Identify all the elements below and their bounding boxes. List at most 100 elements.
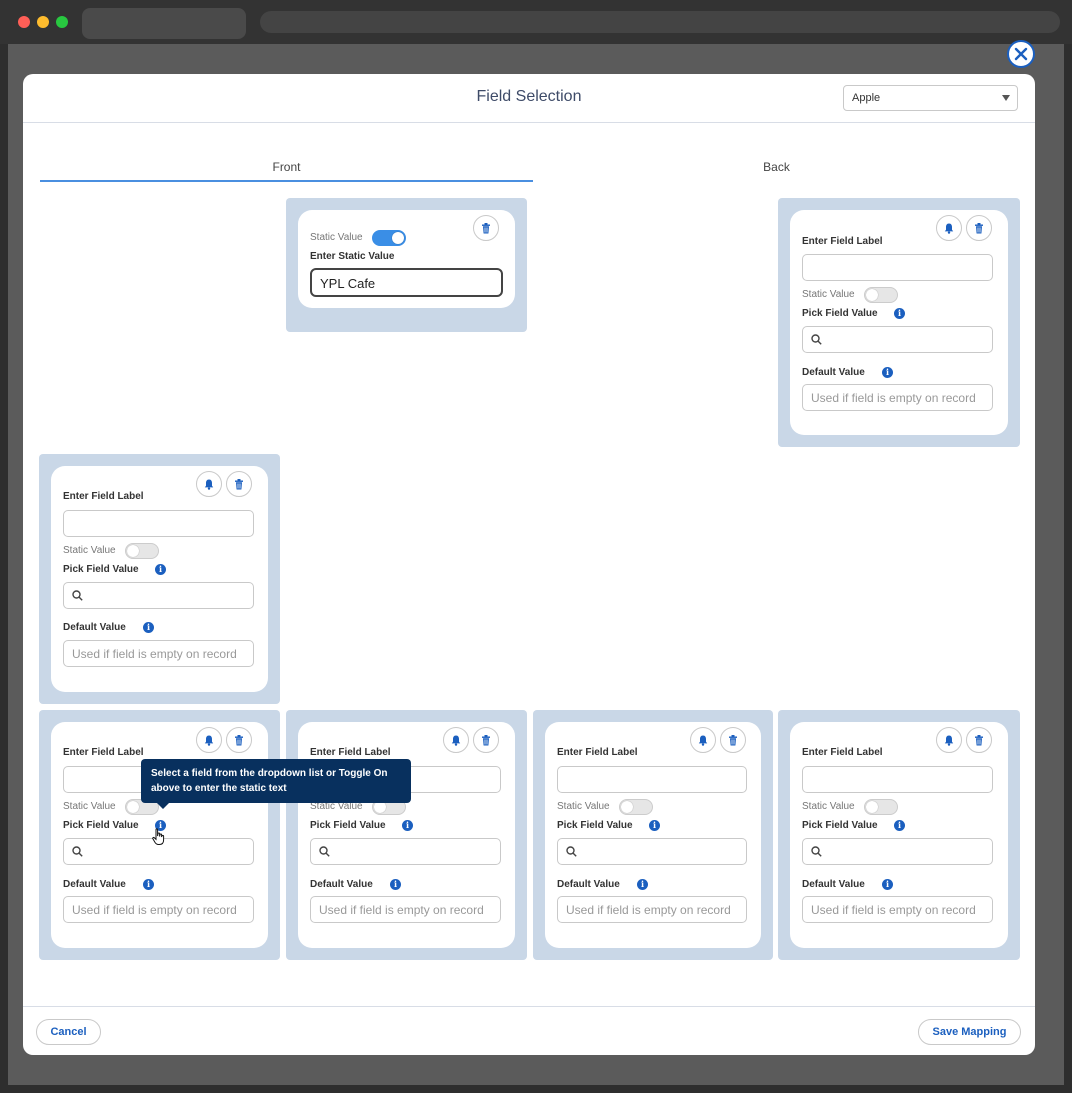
static-value-toggle[interactable] — [864, 287, 898, 303]
info-icon[interactable]: i — [882, 879, 893, 890]
field-label-input[interactable] — [557, 766, 747, 793]
trash-icon — [482, 734, 490, 745]
hand-pointer-icon — [152, 828, 165, 845]
notification-button[interactable] — [690, 727, 716, 753]
static-value-label: Static Value — [557, 801, 610, 812]
info-icon[interactable]: i — [894, 308, 905, 319]
delete-field-button[interactable] — [966, 215, 992, 241]
info-icon[interactable]: i — [637, 879, 648, 890]
pick-field-value-label: Pick Field Value — [63, 564, 139, 575]
pick-field-search-input[interactable] — [557, 838, 747, 865]
save-mapping-button[interactable]: Save Mapping — [918, 1019, 1021, 1045]
default-value-input[interactable]: Used if field is empty on record — [63, 640, 254, 667]
notification-button[interactable] — [936, 727, 962, 753]
search-icon — [811, 334, 822, 345]
delete-field-button[interactable] — [473, 215, 499, 241]
field-label-input[interactable] — [802, 766, 993, 793]
pick-field-value-label: Pick Field Value — [63, 820, 139, 831]
static-value-toggle[interactable] — [864, 799, 898, 815]
field-slot-static: Static Value Enter Static Value YPL Cafe — [286, 198, 527, 332]
enter-field-label-label: Enter Field Label — [557, 747, 638, 758]
enter-field-label-label: Enter Field Label — [63, 491, 144, 502]
field-card: Enter Field Label Static Value Pick Fiel… — [298, 722, 515, 948]
info-icon[interactable]: i — [155, 564, 166, 575]
default-value-input[interactable]: Used if field is empty on record — [310, 896, 501, 923]
search-icon — [566, 846, 577, 857]
tab-front[interactable]: Front — [40, 160, 533, 174]
close-icon — [1014, 47, 1028, 61]
default-value-label: Default Value — [63, 879, 126, 890]
default-value-label: Default Value — [802, 879, 865, 890]
trash-icon — [729, 734, 737, 745]
notification-button[interactable] — [443, 727, 469, 753]
tab-front-active-indicator — [40, 180, 533, 182]
delete-field-button[interactable] — [473, 727, 499, 753]
delete-field-button[interactable] — [226, 727, 252, 753]
pick-field-value-tooltip: Select a field from the dropdown list or… — [141, 759, 411, 809]
trash-icon — [975, 734, 983, 745]
field-card: Enter Field Label Static Value Pick Fiel… — [545, 722, 761, 948]
static-value-toggle[interactable] — [125, 543, 159, 559]
pick-field-search-input[interactable] — [310, 838, 501, 865]
static-value-label: Static Value — [63, 801, 116, 812]
static-value-input[interactable]: YPL Cafe — [310, 268, 503, 297]
field-card: Enter Field Label Static Value Pick Fiel… — [790, 210, 1008, 435]
search-icon — [319, 846, 330, 857]
info-icon[interactable]: i — [143, 622, 154, 633]
window-minimize-control[interactable] — [37, 16, 49, 28]
delete-field-button[interactable] — [720, 727, 746, 753]
search-icon — [811, 846, 822, 857]
field-card: Enter Field Label Static Value Pick Fiel… — [51, 466, 268, 692]
pick-field-search-input[interactable] — [802, 326, 993, 353]
record-select[interactable]: Apple — [843, 85, 1018, 111]
bell-icon — [944, 735, 954, 746]
enter-static-value-label: Enter Static Value — [310, 251, 395, 262]
search-icon — [72, 846, 83, 857]
field-label-input[interactable] — [802, 254, 993, 281]
static-value-label: Static Value — [310, 232, 363, 243]
field-slot-left: Enter Field Label Static Value Pick Fiel… — [39, 454, 280, 704]
delete-field-button[interactable] — [226, 471, 252, 497]
static-value-toggle[interactable] — [372, 230, 406, 246]
bell-icon — [204, 735, 214, 746]
enter-field-label-label: Enter Field Label — [802, 747, 883, 758]
info-icon[interactable]: i — [402, 820, 413, 831]
chevron-down-icon — [1002, 95, 1010, 101]
field-slot-back: Enter Field Label Static Value Pick Fiel… — [778, 198, 1020, 447]
tab-back[interactable]: Back — [533, 160, 1020, 174]
notification-button[interactable] — [936, 215, 962, 241]
pick-field-search-input[interactable] — [802, 838, 993, 865]
enter-field-label-label: Enter Field Label — [63, 747, 144, 758]
default-value-input[interactable]: Used if field is empty on record — [63, 896, 254, 923]
info-icon[interactable]: i — [390, 879, 401, 890]
field-selection-modal: Field Selection Apple Front Back Static … — [23, 74, 1035, 1055]
info-icon[interactable]: i — [894, 820, 905, 831]
enter-field-label-label: Enter Field Label — [802, 236, 883, 247]
notification-button[interactable] — [196, 727, 222, 753]
default-value-input[interactable]: Used if field is empty on record — [802, 384, 993, 411]
close-modal-button[interactable] — [1007, 40, 1035, 68]
info-icon[interactable]: i — [882, 367, 893, 378]
address-bar[interactable] — [260, 11, 1060, 33]
field-slot-bottom-3: Enter Field Label Static Value Pick Fiel… — [533, 710, 773, 960]
field-label-input[interactable] — [63, 510, 254, 537]
info-icon[interactable]: i — [649, 820, 660, 831]
pick-field-value-label: Pick Field Value — [802, 820, 878, 831]
static-value-toggle[interactable] — [619, 799, 653, 815]
pick-field-value-label: Pick Field Value — [310, 820, 386, 831]
field-card: Enter Field Label Static Value Pick Fiel… — [790, 722, 1008, 948]
notification-button[interactable] — [196, 471, 222, 497]
window-zoom-control[interactable] — [56, 16, 68, 28]
window-close-control[interactable] — [18, 16, 30, 28]
default-value-label: Default Value — [802, 367, 865, 378]
default-value-input[interactable]: Used if field is empty on record — [802, 896, 993, 923]
default-value-input[interactable]: Used if field is empty on record — [557, 896, 747, 923]
info-icon[interactable]: i — [143, 879, 154, 890]
browser-titlebar — [0, 0, 1072, 44]
cancel-button[interactable]: Cancel — [36, 1019, 101, 1045]
browser-tab[interactable] — [82, 8, 246, 39]
bell-icon — [451, 735, 461, 746]
delete-field-button[interactable] — [966, 727, 992, 753]
pick-field-search-input[interactable] — [63, 582, 254, 609]
field-slot-bottom-2: Enter Field Label Static Value Pick Fiel… — [286, 710, 527, 960]
